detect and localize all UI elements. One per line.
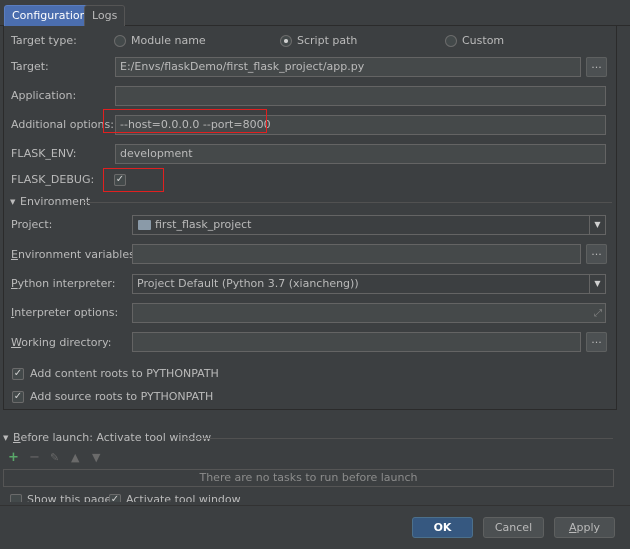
radio-script-path[interactable] (280, 35, 292, 47)
apply-button[interactable]: Apply (554, 517, 615, 538)
highlight-additional-options (103, 109, 267, 133)
additional-options-label: Additional options: (11, 118, 114, 131)
python-interpreter-label: Python interpreter: (11, 277, 116, 290)
target-label: Target: (11, 60, 49, 73)
python-interpreter-combo[interactable]: Project Default (Python 3.7 (xiancheng))… (132, 274, 606, 294)
target-type-label: Target type: (11, 34, 77, 47)
add-source-roots-label[interactable]: Add source roots to PYTHONPATH (30, 390, 213, 404)
environment-header[interactable]: Environment (20, 195, 90, 209)
radio-script-path-label[interactable]: Script path (297, 34, 357, 48)
show-this-page-label[interactable]: Show this page (27, 493, 111, 502)
project-folder-icon (138, 220, 151, 230)
move-up-icon[interactable]: ▲ (71, 451, 79, 464)
before-launch-task-list: There are no tasks to run before launch (3, 469, 614, 487)
radio-custom[interactable] (445, 35, 457, 47)
project-label: Project: (11, 218, 53, 231)
project-combo[interactable]: first_flask_project ▼ (132, 215, 606, 235)
env-vars-label: Environment variables: (11, 248, 139, 261)
python-interpreter-value: Project Default (Python 3.7 (xiancheng)) (137, 277, 359, 290)
working-directory-label: Working directory: (11, 336, 112, 349)
before-launch-separator (183, 438, 613, 439)
chevron-down-icon[interactable]: ▼ (589, 216, 605, 234)
move-down-icon[interactable]: ▼ (92, 451, 100, 464)
interpreter-options-field[interactable]: ⤢ (132, 303, 606, 323)
before-launch-header[interactable]: Before launch: Activate tool window (13, 431, 211, 445)
working-directory-browse-button[interactable]: ... (586, 332, 607, 352)
add-icon[interactable]: + (8, 451, 19, 464)
show-this-page-checkbox[interactable] (10, 494, 22, 502)
environment-separator (82, 202, 612, 203)
add-source-roots-checkbox[interactable]: ✓ (12, 391, 24, 403)
activate-tool-window-label[interactable]: Activate tool window (126, 493, 241, 502)
radio-module-name[interactable] (114, 35, 126, 47)
project-value: first_flask_project (155, 218, 252, 231)
highlight-flask-debug (103, 168, 164, 192)
application-label: Application: (11, 89, 77, 102)
tab-logs[interactable]: Logs (84, 5, 126, 26)
flask-env-field[interactable]: development (115, 144, 606, 164)
before-launch-expand-icon[interactable]: ▼ (3, 434, 8, 442)
environment-expand-icon[interactable]: ▼ (10, 198, 15, 206)
edit-icon[interactable]: ✎ (50, 451, 59, 464)
working-directory-field[interactable] (132, 332, 581, 352)
chevron-down-icon[interactable]: ▼ (589, 275, 605, 293)
cancel-button[interactable]: Cancel (483, 517, 544, 538)
activate-tool-window-checkbox[interactable]: ✓ (109, 494, 121, 502)
ok-button[interactable]: OK (412, 517, 473, 538)
env-vars-field[interactable] (132, 244, 581, 264)
show-options-row: Show this page ✓ Activate tool window (3, 493, 253, 502)
remove-icon[interactable]: − (29, 451, 40, 464)
flask-debug-label: FLASK_DEBUG: (11, 173, 95, 186)
interpreter-options-label: Interpreter options: (11, 306, 119, 319)
add-content-roots-label[interactable]: Add content roots to PYTHONPATH (30, 367, 219, 381)
tab-configuration[interactable]: Configuration (4, 5, 95, 26)
footer-separator (0, 505, 630, 506)
target-browse-button[interactable]: ... (586, 57, 607, 77)
add-content-roots-checkbox[interactable]: ✓ (12, 368, 24, 380)
expand-icon[interactable]: ⤢ (594, 305, 602, 322)
radio-module-name-label[interactable]: Module name (131, 34, 206, 48)
target-field[interactable]: E:/Envs/flaskDemo/first_flask_project/ap… (115, 57, 581, 77)
flask-env-label: FLASK_ENV: (11, 147, 77, 160)
radio-custom-label[interactable]: Custom (462, 34, 504, 48)
env-vars-browse-button[interactable]: ... (586, 244, 607, 264)
application-field[interactable] (115, 86, 606, 106)
tab-bar: Configuration Logs (0, 0, 630, 26)
